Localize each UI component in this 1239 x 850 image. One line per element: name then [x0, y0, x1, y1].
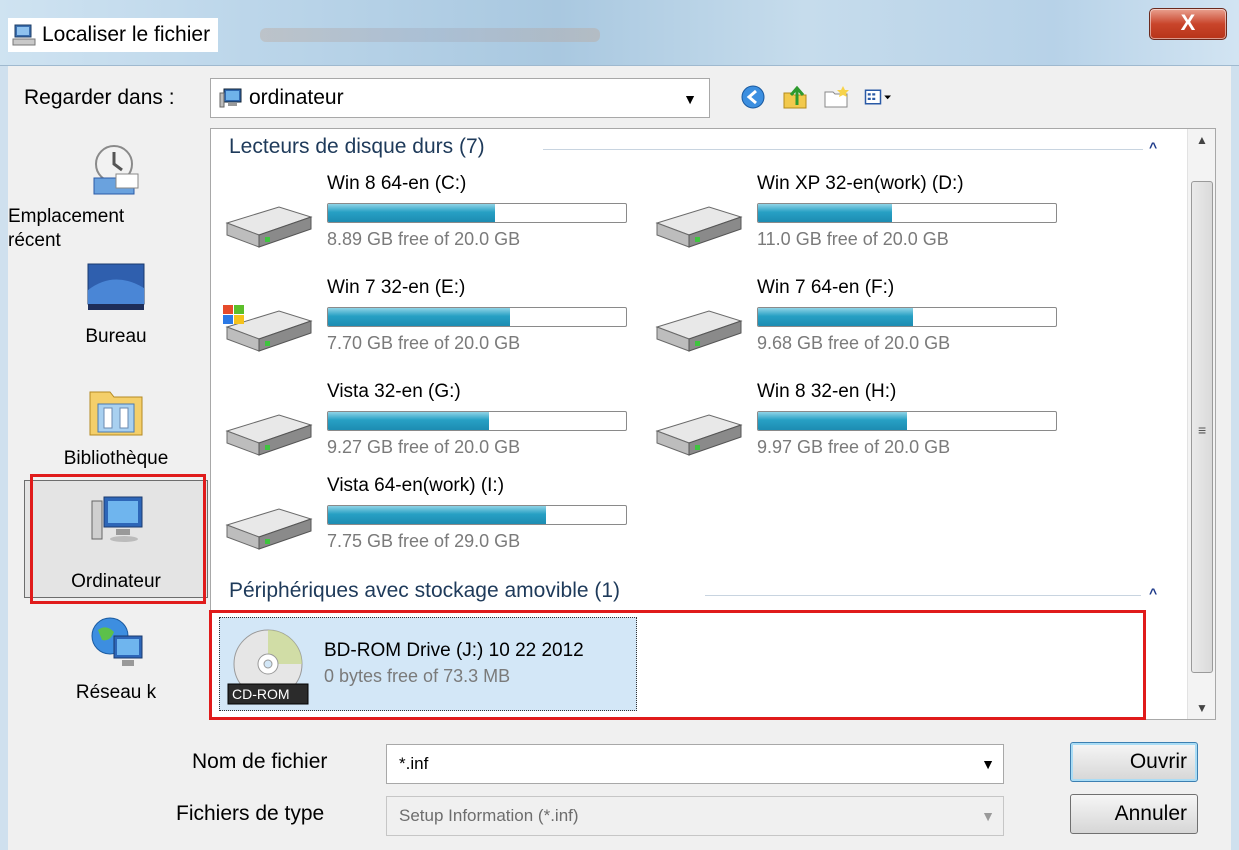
drive-free-space: 7.75 GB free of 29.0 GB	[327, 531, 521, 551]
drive-name: Win 7 64-en (F:)	[757, 277, 895, 298]
open-button[interactable]: Ouvrir	[1070, 742, 1198, 782]
window-frame-right	[1231, 66, 1239, 850]
drive-usage-bar	[327, 411, 627, 431]
grip-icon: ≡	[1198, 422, 1207, 438]
drive-name: Win XP 32-en(work) (D:)	[757, 173, 964, 194]
chevron-down-icon[interactable]: ▼	[981, 808, 995, 824]
look-in-dropdown[interactable]: ordinateur ▼	[210, 78, 710, 118]
drive-usage-fill	[328, 506, 546, 524]
drive-usage-bar	[327, 203, 627, 223]
look-in-value: ordinateur	[249, 86, 344, 109]
cancel-button[interactable]: Annuler	[1070, 794, 1198, 834]
drive-name: Win 8 32-en (H:)	[757, 381, 897, 402]
drive-usage-bar	[757, 203, 1057, 223]
view-menu-icon[interactable]	[864, 82, 894, 112]
drive-item[interactable]: Win 7 32-en (E:) 7.70 GB free of 20.0 GB	[219, 277, 639, 369]
recent-places-icon	[93, 145, 139, 195]
place-library-label: Bibliothèque	[63, 448, 169, 469]
drive-name: Vista 32-en (G:)	[327, 381, 461, 402]
collapse-icon[interactable]: ^	[1149, 139, 1157, 155]
drive-usage-fill	[758, 308, 913, 326]
group-header-hard-drives-label: Lecteurs de disque durs (7)	[229, 135, 485, 158]
drive-free-space: 9.68 GB free of 20.0 GB	[757, 333, 951, 353]
back-icon[interactable]	[738, 82, 768, 112]
window-title-box: Localiser le fichier	[8, 18, 219, 52]
drive-item[interactable]: Win XP 32-en(work) (D:) 11.0 GB free of 2…	[649, 173, 1069, 265]
drive-item[interactable]: Win 8 64-en (C:) 8.89 GB free of 20.0 GB	[219, 173, 639, 265]
title-decoration	[260, 28, 600, 42]
filename-value: *.inf	[399, 754, 429, 773]
vertical-scrollbar[interactable]: ▲ ≡ ▼	[1187, 129, 1215, 719]
place-library[interactable]: Bibliothèque	[24, 378, 208, 471]
hard-drive-icon	[655, 206, 743, 248]
collapse-icon[interactable]: ^	[1149, 585, 1157, 601]
filetype-combo[interactable]: Setup Information (*.inf) ▼	[386, 796, 1004, 836]
filename-label: Nom de fichier	[192, 750, 328, 773]
window-title: Localiser le fichier	[42, 23, 211, 46]
drive-usage-bar	[757, 307, 1057, 327]
network-icon	[91, 617, 143, 666]
drive-free-space: 7.70 GB free of 20.0 GB	[327, 333, 521, 353]
up-folder-icon[interactable]	[780, 82, 810, 112]
group-header-hard-drives[interactable]: Lecteurs de disque durs (7)	[229, 135, 485, 159]
hard-drive-icon	[225, 206, 313, 248]
app-icon	[12, 24, 36, 46]
place-recent-label-2: récent	[8, 230, 61, 251]
drive-item[interactable]: Vista 32-en (G:) 9.27 GB free of 20.0 GB	[219, 381, 639, 473]
toolbar	[738, 82, 894, 112]
highlight-box-computer	[30, 474, 206, 604]
drive-name: Win 7 32-en (E:)	[327, 277, 466, 298]
drive-item[interactable]: Vista 64-en(work) (I:) 7.75 GB free of 29…	[219, 475, 639, 567]
drive-usage-bar	[757, 411, 1057, 431]
scroll-down-icon[interactable]: ▼	[1188, 701, 1216, 715]
computer-icon	[219, 88, 242, 108]
scroll-up-icon[interactable]: ▲	[1188, 133, 1216, 147]
place-recent[interactable]: Emplacement récent	[8, 140, 208, 253]
close-button[interactable]: X	[1149, 8, 1227, 40]
library-icon	[89, 391, 143, 436]
drive-name: Vista 64-en(work) (I:)	[327, 475, 505, 496]
filetype-value: Setup Information (*.inf)	[399, 806, 579, 825]
drive-usage-fill	[758, 204, 893, 222]
drive-item[interactable]: Win 8 32-en (H:) 9.97 GB free of 20.0 GB	[649, 381, 1069, 473]
drive-free-space: 9.27 GB free of 20.0 GB	[327, 437, 521, 457]
filetype-label: Fichiers de type	[176, 802, 325, 825]
drive-item[interactable]: Win 7 64-en (F:) 9.68 GB free of 20.0 GB	[649, 277, 1069, 369]
place-desktop[interactable]: Bureau	[24, 260, 208, 349]
place-network-label: Réseau k	[75, 682, 157, 703]
group-header-removable-label: Périphériques avec stockage amovible (1)	[229, 579, 621, 602]
drive-usage-bar	[327, 505, 627, 525]
hard-drive-icon	[225, 414, 313, 456]
drive-free-space: 9.97 GB free of 20.0 GB	[757, 437, 951, 457]
window-frame-left	[0, 66, 8, 850]
drive-name: Win 8 64-en (C:)	[327, 173, 467, 194]
hard-drive-icon	[225, 508, 313, 550]
place-recent-label-1: Emplacement	[8, 206, 125, 227]
drive-free-space: 11.0 GB free of 20.0 GB	[757, 229, 949, 249]
drive-free-space: 8.89 GB free of 20.0 GB	[327, 229, 521, 249]
scroll-thumb[interactable]: ≡	[1191, 181, 1213, 673]
hard-drive-icon	[655, 414, 743, 456]
look-in-label: Regarder dans :	[24, 86, 175, 109]
place-desktop-label: Bureau	[85, 326, 147, 347]
drive-usage-fill	[328, 204, 495, 222]
group-divider	[705, 595, 1141, 596]
drive-usage-fill	[328, 308, 510, 326]
drive-usage-fill	[328, 412, 489, 430]
chevron-down-icon[interactable]: ▼	[981, 756, 995, 772]
group-header-removable[interactable]: Périphériques avec stockage amovible (1)	[229, 579, 620, 603]
highlight-box-bd-rom	[209, 610, 1146, 720]
filename-combo[interactable]: *.inf ▼	[386, 744, 1004, 784]
places-bar: Emplacement récent Bureau Bibliothèque O…	[8, 128, 208, 728]
title-bar[interactable]: Localiser le fichier X	[0, 0, 1239, 66]
chevron-down-icon[interactable]: ▼	[683, 91, 697, 107]
group-divider	[543, 149, 1143, 150]
windows-drive-icon	[223, 305, 313, 352]
drive-usage-fill	[758, 412, 907, 430]
place-network[interactable]: Réseau k	[24, 612, 208, 705]
hard-drive-icon	[655, 310, 743, 352]
new-folder-icon[interactable]	[822, 82, 852, 112]
desktop-icon	[87, 263, 145, 310]
drive-usage-bar	[327, 307, 627, 327]
